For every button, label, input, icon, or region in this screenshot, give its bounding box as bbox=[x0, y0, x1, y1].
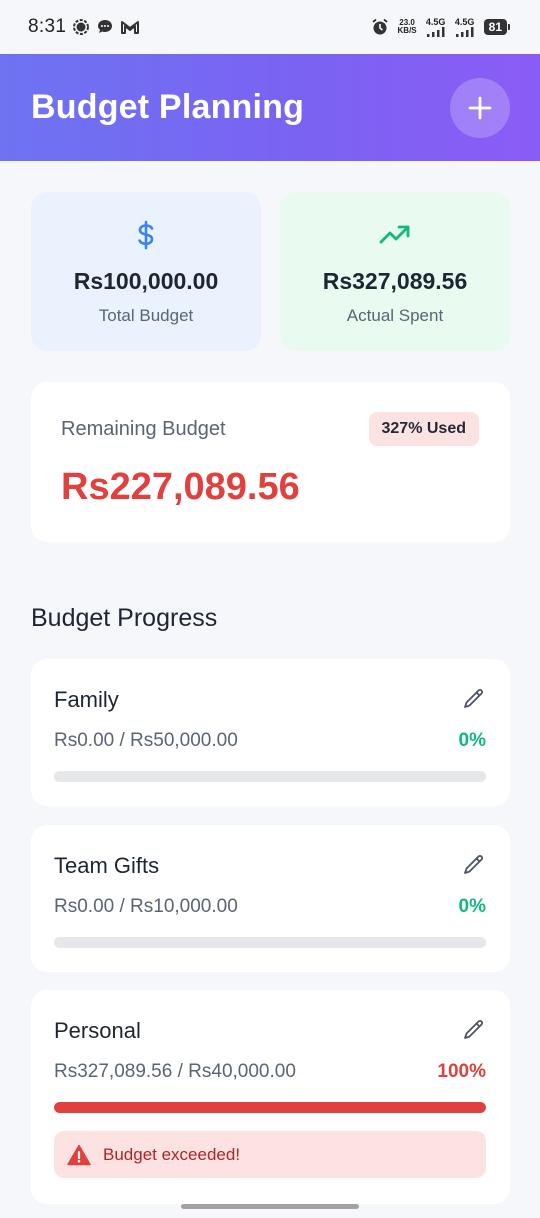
page-title: Budget Planning bbox=[31, 88, 305, 126]
app-header: Budget Planning bbox=[0, 54, 540, 161]
used-percent-badge: 327% Used bbox=[368, 412, 479, 446]
remaining-budget-value: Rs227,089.56 bbox=[61, 466, 300, 508]
status-bar: 8:31 23.0 KB/S 4.5G 4.5G 81 bbox=[0, 0, 540, 54]
remaining-budget-card: Remaining Budget 327% Used Rs227,089.56 bbox=[31, 382, 510, 542]
total-budget-label: Total Budget bbox=[98, 306, 194, 325]
battery-tip bbox=[508, 24, 510, 30]
signal-bars-icon bbox=[426, 26, 445, 37]
budget-item-amounts: Rs0.00 / Rs50,000.00 bbox=[54, 730, 238, 751]
edit-budget-button[interactable] bbox=[460, 685, 488, 713]
budget-item-name: Family bbox=[54, 687, 119, 712]
message-icon bbox=[96, 18, 114, 36]
edit-budget-button[interactable] bbox=[460, 851, 488, 879]
plus-icon bbox=[468, 96, 492, 119]
home-indicator[interactable] bbox=[181, 1204, 359, 1209]
net-speed: 23.0 KB/S bbox=[398, 19, 417, 35]
remaining-budget-label: Remaining Budget bbox=[61, 418, 226, 440]
budget-item-percent: 0% bbox=[458, 730, 486, 751]
gmail-icon bbox=[120, 19, 140, 35]
total-budget-card: Rs100,000.00 Total Budget bbox=[31, 192, 261, 351]
budget-item-amounts: Rs327,089.56 / Rs40,000.00 bbox=[54, 1061, 296, 1082]
status-right: 23.0 KB/S 4.5G 4.5G 81 bbox=[371, 16, 510, 37]
trending-up-icon bbox=[379, 220, 411, 250]
dollar-icon bbox=[135, 220, 157, 250]
actual-spent-value: Rs327,089.56 bbox=[322, 268, 468, 294]
budget-exceeded-text: Budget exceeded! bbox=[103, 1144, 241, 1164]
progress-fill bbox=[54, 1102, 486, 1113]
budget-item-percent: 100% bbox=[437, 1061, 486, 1082]
signal-app-icon bbox=[72, 18, 90, 36]
sim2-label: 4.5G bbox=[454, 16, 475, 27]
battery-level: 81 bbox=[483, 19, 507, 35]
sim2-signal: 4.5G bbox=[454, 16, 475, 37]
total-budget-value: Rs100,000.00 bbox=[73, 268, 219, 294]
pencil-icon bbox=[464, 1020, 483, 1039]
progress-bar bbox=[54, 1102, 486, 1113]
budget-item-name: Team Gifts bbox=[54, 853, 160, 878]
budget-item-family: Family Rs0.00 / Rs50,000.00 0% bbox=[31, 659, 510, 806]
pencil-icon bbox=[464, 689, 483, 708]
budget-item-amounts: Rs0.00 / Rs10,000.00 bbox=[54, 896, 238, 917]
actual-spent-card: Rs327,089.56 Actual Spent bbox=[280, 192, 510, 351]
budget-exceeded-alert: Budget exceeded! bbox=[54, 1131, 486, 1178]
budget-progress-title: Budget Progress bbox=[31, 604, 218, 632]
actual-spent-label: Actual Spent bbox=[346, 306, 444, 325]
sim1-signal: 4.5G bbox=[425, 16, 446, 37]
signal-bars-icon bbox=[455, 26, 474, 37]
budget-item-team-gifts: Team Gifts Rs0.00 / Rs10,000.00 0% bbox=[31, 825, 510, 972]
budget-item-percent: 0% bbox=[458, 896, 486, 917]
budget-item-name: Personal bbox=[54, 1018, 141, 1043]
net-speed-unit: KB/S bbox=[397, 26, 417, 35]
budget-item-personal: Personal Rs327,089.56 / Rs40,000.00 100%… bbox=[31, 990, 510, 1204]
progress-bar bbox=[54, 771, 486, 782]
status-left: 8:31 bbox=[28, 16, 140, 38]
warning-icon bbox=[67, 1144, 91, 1165]
battery-indicator: 81 bbox=[483, 19, 510, 35]
pencil-icon bbox=[464, 855, 483, 874]
status-time: 8:31 bbox=[28, 16, 67, 37]
add-budget-button[interactable] bbox=[450, 77, 510, 138]
progress-bar bbox=[54, 937, 486, 948]
sim1-label: 4.5G bbox=[425, 16, 446, 27]
alarm-icon bbox=[371, 18, 389, 36]
edit-budget-button[interactable] bbox=[460, 1016, 488, 1044]
